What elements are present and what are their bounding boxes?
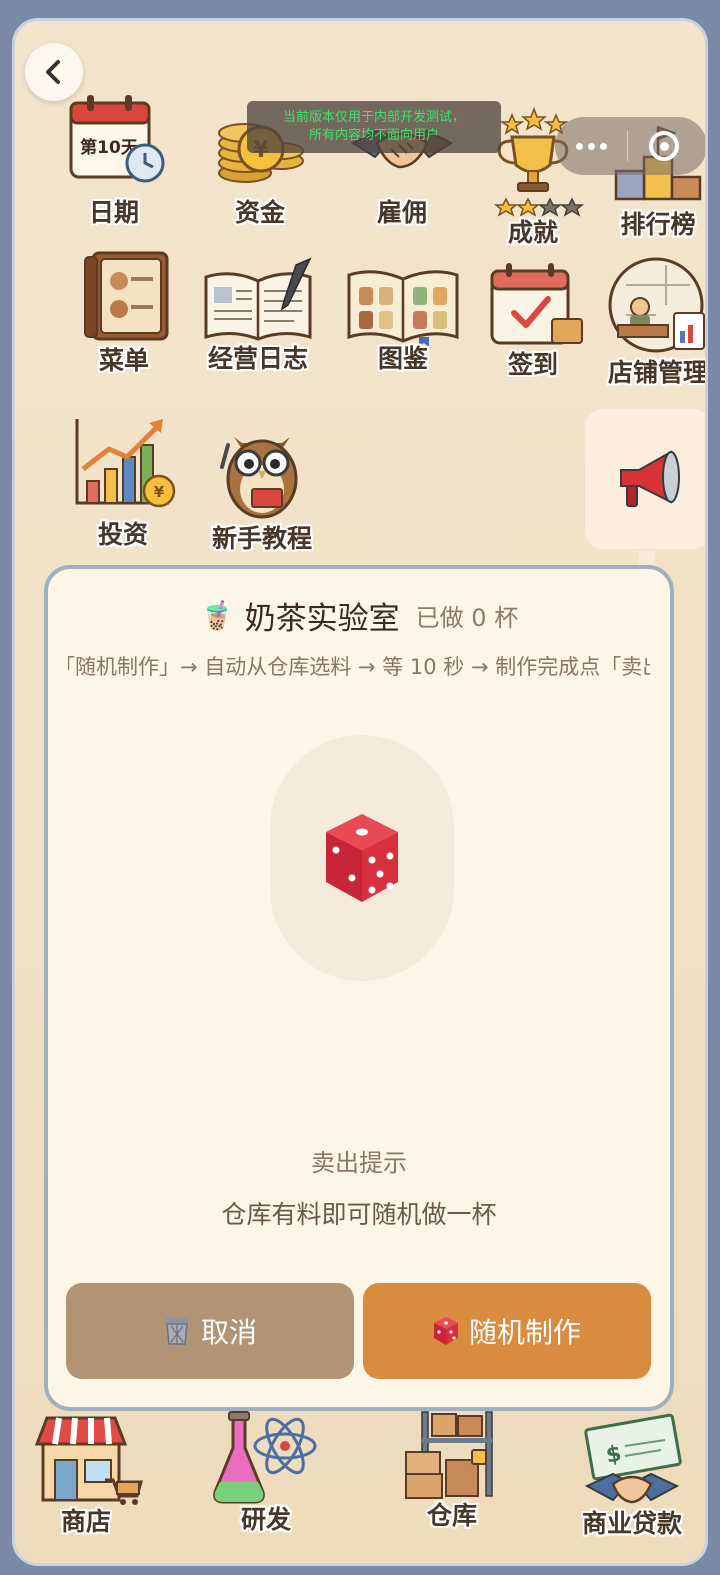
tutorial-label: 新手教程 xyxy=(211,524,313,553)
lab-header: 🧋 奶茶实验室 已做 0 杯 xyxy=(48,593,670,638)
target-circle-icon xyxy=(649,131,679,161)
dev-notice-banner: 当前版本仅用于内部开发测试， 所有内容均不面向用户 xyxy=(247,101,501,153)
chevron-left-icon xyxy=(46,60,60,84)
cancel-button[interactable]: 取消 xyxy=(66,1283,354,1379)
dice-display xyxy=(270,735,454,981)
shop-label: 商店 xyxy=(60,1507,112,1536)
menu-tile[interactable]: 菜单 xyxy=(59,247,189,387)
marquee-text: 「随机制作」→ 自动从仓库选料 → 等 10 秒 → 制作完成点「卖出」 xyxy=(68,655,650,679)
business-log-tile[interactable]: 经营日志 xyxy=(193,257,323,387)
bottom-nav-loan[interactable]: $ 商业贷款 xyxy=(572,1412,692,1542)
loan-check-icon: $ xyxy=(584,1413,682,1504)
calendar-clock-icon: 第10天 xyxy=(69,95,165,183)
checkin-calendar-icon xyxy=(490,263,583,345)
research-label: 研发 xyxy=(240,1505,292,1534)
warehouse-label: 仓库 xyxy=(426,1501,478,1530)
flask-atom-icon xyxy=(213,1411,317,1504)
sell-hint-text: 仓库有料即可随机做一杯 xyxy=(221,1200,497,1229)
notice-line-2: 所有内容均不面向用户 xyxy=(308,128,439,143)
date-tile[interactable]: 第10天 日期 xyxy=(49,91,179,231)
trash-can-icon xyxy=(164,1318,189,1345)
encyclopedia-label: 图鉴 xyxy=(377,344,429,373)
more-dot-icon xyxy=(599,142,607,150)
close-miniprogram-button[interactable] xyxy=(628,131,700,161)
more-dot-icon xyxy=(575,142,583,150)
business-log-label: 经营日志 xyxy=(207,344,309,373)
menu-book-icon xyxy=(84,251,169,341)
instruction-marquee: 「随机制作」→ 自动从仓库选料 → 等 10 秒 → 制作完成点「卖出」 xyxy=(68,651,650,685)
announcement-button[interactable] xyxy=(585,409,705,549)
bubble-tea-icon: 🧋 xyxy=(199,599,235,632)
hire-label: 雇佣 xyxy=(376,198,428,227)
bottom-nav-research[interactable]: 研发 xyxy=(206,1408,326,1538)
megaphone-icon xyxy=(620,450,680,507)
warehouse-boxes-icon xyxy=(405,1411,493,1499)
checkin-tile[interactable]: 签到 xyxy=(473,261,593,391)
store-manage-tile[interactable]: 店铺管理 xyxy=(603,255,708,395)
svg-text:¥: ¥ xyxy=(154,483,165,501)
funds-label: 资金 xyxy=(234,198,286,227)
store-manage-icon xyxy=(608,257,705,353)
growth-chart-icon: ¥ xyxy=(75,419,176,508)
invest-tile[interactable]: ¥ 投资 xyxy=(63,411,183,551)
milk-tea-lab-card: 🧋 奶茶实验室 已做 0 杯 「随机制作」→ 自动从仓库选料 → 等 10 秒 … xyxy=(44,565,674,1411)
made-count: 已做 0 杯 xyxy=(415,604,519,632)
leaderboard-label: 排行榜 xyxy=(620,210,696,239)
date-label: 日期 xyxy=(88,198,140,227)
loan-label: 商业贷款 xyxy=(581,1509,683,1538)
more-dot-icon xyxy=(587,142,595,150)
cancel-label: 取消 xyxy=(200,1316,257,1349)
bottom-nav-shop[interactable]: 商店 xyxy=(26,1410,146,1540)
owl-teacher-icon xyxy=(220,437,298,519)
lab-title: 奶茶实验室 xyxy=(244,601,400,637)
notebook-icon xyxy=(204,257,312,341)
bottom-nav-warehouse[interactable]: 仓库 xyxy=(392,1408,512,1538)
checkin-label: 签到 xyxy=(507,350,559,379)
album-icon xyxy=(347,270,459,347)
random-make-button[interactable]: 随机制作 xyxy=(363,1283,651,1379)
dice-icon xyxy=(326,814,398,902)
miniprogram-capsule xyxy=(555,117,705,175)
random-make-label: 随机制作 xyxy=(468,1316,581,1349)
menu-label: 菜单 xyxy=(98,346,150,375)
sell-hint-title: 卖出提示 xyxy=(311,1149,407,1177)
achievement-label: 成就 xyxy=(507,218,559,247)
more-button[interactable] xyxy=(555,142,627,150)
encyclopedia-tile[interactable]: 图鉴 xyxy=(343,257,463,387)
invest-label: 投资 xyxy=(97,520,149,549)
store-manage-label: 店铺管理 xyxy=(607,358,708,387)
dice-small-icon xyxy=(433,1317,458,1345)
notice-line-1: 当前版本仅用于内部开发测试， xyxy=(282,110,465,125)
tutorial-tile[interactable]: 新手教程 xyxy=(199,423,325,553)
shop-icon xyxy=(34,1416,143,1505)
